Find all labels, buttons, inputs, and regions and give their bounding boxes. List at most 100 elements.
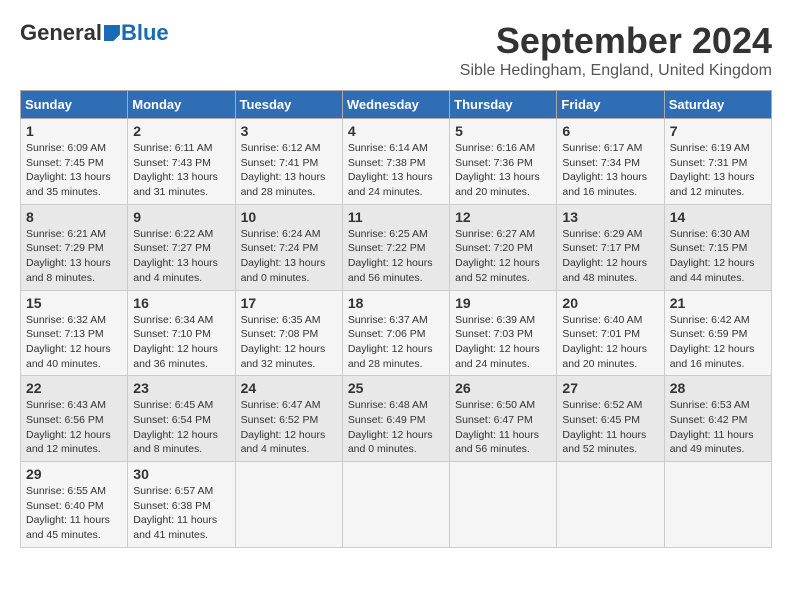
day-info: Sunrise: 6:45 AMSunset: 6:54 PMDaylight:… bbox=[133, 398, 229, 457]
day-number: 3 bbox=[241, 123, 337, 139]
calendar-day-cell: 13 Sunrise: 6:29 AMSunset: 7:17 PMDayligh… bbox=[557, 204, 664, 290]
day-info: Sunrise: 6:50 AMSunset: 6:47 PMDaylight:… bbox=[455, 398, 551, 457]
calendar-day-cell: 26 Sunrise: 6:50 AMSunset: 6:47 PMDayligh… bbox=[450, 376, 557, 462]
calendar-day-cell: 24 Sunrise: 6:47 AMSunset: 6:52 PMDayligh… bbox=[235, 376, 342, 462]
day-number: 21 bbox=[670, 295, 766, 311]
day-of-week-header: Wednesday bbox=[342, 91, 449, 119]
day-number: 14 bbox=[670, 209, 766, 225]
day-info: Sunrise: 6:19 AMSunset: 7:31 PMDaylight:… bbox=[670, 141, 766, 200]
calendar-day-cell: 6 Sunrise: 6:17 AMSunset: 7:34 PMDaylight… bbox=[557, 119, 664, 205]
day-info: Sunrise: 6:32 AMSunset: 7:13 PMDaylight:… bbox=[26, 313, 122, 372]
day-number: 13 bbox=[562, 209, 658, 225]
day-number: 15 bbox=[26, 295, 122, 311]
day-number: 12 bbox=[455, 209, 551, 225]
day-info: Sunrise: 6:42 AMSunset: 6:59 PMDaylight:… bbox=[670, 313, 766, 372]
logo-general-text: General bbox=[20, 20, 102, 46]
day-info: Sunrise: 6:52 AMSunset: 6:45 PMDaylight:… bbox=[562, 398, 658, 457]
day-info: Sunrise: 6:16 AMSunset: 7:36 PMDaylight:… bbox=[455, 141, 551, 200]
calendar-week-row: 22Sunrise: 6:43 AMSunset: 6:56 PMDayligh… bbox=[21, 376, 772, 462]
day-number: 2 bbox=[133, 123, 229, 139]
day-of-week-header: Sunday bbox=[21, 91, 128, 119]
logo-icon bbox=[104, 25, 120, 41]
day-info: Sunrise: 6:09 AMSunset: 7:45 PMDaylight:… bbox=[26, 141, 122, 200]
calendar-week-row: 8Sunrise: 6:21 AMSunset: 7:29 PMDaylight… bbox=[21, 204, 772, 290]
day-info: Sunrise: 6:35 AMSunset: 7:08 PMDaylight:… bbox=[241, 313, 337, 372]
calendar-day-cell: 18 Sunrise: 6:37 AMSunset: 7:06 PMDayligh… bbox=[342, 290, 449, 376]
calendar-day-cell: 2 Sunrise: 6:11 AMSunset: 7:43 PMDaylight… bbox=[128, 119, 235, 205]
day-number: 27 bbox=[562, 380, 658, 396]
calendar-day-cell bbox=[450, 462, 557, 548]
calendar-day-cell bbox=[342, 462, 449, 548]
day-info: Sunrise: 6:48 AMSunset: 6:49 PMDaylight:… bbox=[348, 398, 444, 457]
calendar-day-cell: 3 Sunrise: 6:12 AMSunset: 7:41 PMDaylight… bbox=[235, 119, 342, 205]
day-number: 19 bbox=[455, 295, 551, 311]
day-number: 18 bbox=[348, 295, 444, 311]
calendar-day-cell: 8Sunrise: 6:21 AMSunset: 7:29 PMDaylight… bbox=[21, 204, 128, 290]
day-info: Sunrise: 6:37 AMSunset: 7:06 PMDaylight:… bbox=[348, 313, 444, 372]
calendar-day-cell: 14 Sunrise: 6:30 AMSunset: 7:15 PMDayligh… bbox=[664, 204, 771, 290]
day-info: Sunrise: 6:21 AMSunset: 7:29 PMDaylight:… bbox=[26, 227, 122, 286]
day-number: 17 bbox=[241, 295, 337, 311]
day-number: 11 bbox=[348, 209, 444, 225]
day-info: Sunrise: 6:34 AMSunset: 7:10 PMDaylight:… bbox=[133, 313, 229, 372]
day-number: 9 bbox=[133, 209, 229, 225]
calendar-day-cell: 16Sunrise: 6:34 AMSunset: 7:10 PMDayligh… bbox=[128, 290, 235, 376]
day-of-week-header: Thursday bbox=[450, 91, 557, 119]
calendar-day-cell: 20Sunrise: 6:40 AMSunset: 7:01 PMDayligh… bbox=[557, 290, 664, 376]
day-info: Sunrise: 6:57 AMSunset: 6:38 PMDaylight:… bbox=[133, 484, 229, 543]
day-number: 10 bbox=[241, 209, 337, 225]
day-number: 26 bbox=[455, 380, 551, 396]
day-info: Sunrise: 6:14 AMSunset: 7:38 PMDaylight:… bbox=[348, 141, 444, 200]
day-info: Sunrise: 6:47 AMSunset: 6:52 PMDaylight:… bbox=[241, 398, 337, 457]
day-number: 30 bbox=[133, 466, 229, 482]
calendar-day-cell: 19 Sunrise: 6:39 AMSunset: 7:03 PMDayligh… bbox=[450, 290, 557, 376]
month-title: September 2024 bbox=[460, 20, 772, 62]
day-info: Sunrise: 6:39 AMSunset: 7:03 PMDaylight:… bbox=[455, 313, 551, 372]
calendar-day-cell: 28Sunrise: 6:53 AMSunset: 6:42 PMDayligh… bbox=[664, 376, 771, 462]
day-of-week-header: Saturday bbox=[664, 91, 771, 119]
day-info: Sunrise: 6:17 AMSunset: 7:34 PMDaylight:… bbox=[562, 141, 658, 200]
calendar-day-cell: 21 Sunrise: 6:42 AMSunset: 6:59 PMDayligh… bbox=[664, 290, 771, 376]
calendar-day-cell: 27 Sunrise: 6:52 AMSunset: 6:45 PMDayligh… bbox=[557, 376, 664, 462]
day-number: 7 bbox=[670, 123, 766, 139]
day-info: Sunrise: 6:25 AMSunset: 7:22 PMDaylight:… bbox=[348, 227, 444, 286]
day-number: 25 bbox=[348, 380, 444, 396]
day-number: 29 bbox=[26, 466, 122, 482]
calendar-day-cell: 12 Sunrise: 6:27 AMSunset: 7:20 PMDayligh… bbox=[450, 204, 557, 290]
day-info: Sunrise: 6:24 AMSunset: 7:24 PMDaylight:… bbox=[241, 227, 337, 286]
day-number: 5 bbox=[455, 123, 551, 139]
day-info: Sunrise: 6:12 AMSunset: 7:41 PMDaylight:… bbox=[241, 141, 337, 200]
calendar-table: SundayMondayTuesdayWednesdayThursdayFrid… bbox=[20, 90, 772, 548]
day-info: Sunrise: 6:55 AMSunset: 6:40 PMDaylight:… bbox=[26, 484, 122, 543]
logo-blue-text: Blue bbox=[121, 20, 169, 46]
calendar-day-cell: 1 Sunrise: 6:09 AMSunset: 7:45 PMDaylight… bbox=[21, 119, 128, 205]
calendar-week-row: 1 Sunrise: 6:09 AMSunset: 7:45 PMDaylight… bbox=[21, 119, 772, 205]
day-info: Sunrise: 6:43 AMSunset: 6:56 PMDaylight:… bbox=[26, 398, 122, 457]
calendar-day-cell: 11 Sunrise: 6:25 AMSunset: 7:22 PMDayligh… bbox=[342, 204, 449, 290]
calendar-day-cell bbox=[664, 462, 771, 548]
title-area: September 2024 Sible Hedingham, England,… bbox=[460, 20, 772, 80]
calendar-week-row: 29 Sunrise: 6:55 AMSunset: 6:40 PMDayligh… bbox=[21, 462, 772, 548]
calendar-week-row: 15 Sunrise: 6:32 AMSunset: 7:13 PMDayligh… bbox=[21, 290, 772, 376]
calendar-day-cell: 5 Sunrise: 6:16 AMSunset: 7:36 PMDaylight… bbox=[450, 119, 557, 205]
calendar-day-cell bbox=[557, 462, 664, 548]
day-number: 4 bbox=[348, 123, 444, 139]
calendar-day-cell: 10 Sunrise: 6:24 AMSunset: 7:24 PMDayligh… bbox=[235, 204, 342, 290]
calendar-day-cell: 23Sunrise: 6:45 AMSunset: 6:54 PMDayligh… bbox=[128, 376, 235, 462]
day-number: 24 bbox=[241, 380, 337, 396]
day-number: 1 bbox=[26, 123, 122, 139]
day-info: Sunrise: 6:29 AMSunset: 7:17 PMDaylight:… bbox=[562, 227, 658, 286]
calendar-day-cell: 9Sunrise: 6:22 AMSunset: 7:27 PMDaylight… bbox=[128, 204, 235, 290]
day-info: Sunrise: 6:53 AMSunset: 6:42 PMDaylight:… bbox=[670, 398, 766, 457]
location: Sible Hedingham, England, United Kingdom bbox=[460, 62, 772, 80]
day-number: 20 bbox=[562, 295, 658, 311]
calendar-day-cell: 29 Sunrise: 6:55 AMSunset: 6:40 PMDayligh… bbox=[21, 462, 128, 548]
calendar-day-cell: 25 Sunrise: 6:48 AMSunset: 6:49 PMDayligh… bbox=[342, 376, 449, 462]
day-info: Sunrise: 6:11 AMSunset: 7:43 PMDaylight:… bbox=[133, 141, 229, 200]
calendar-day-cell: 22Sunrise: 6:43 AMSunset: 6:56 PMDayligh… bbox=[21, 376, 128, 462]
day-info: Sunrise: 6:27 AMSunset: 7:20 PMDaylight:… bbox=[455, 227, 551, 286]
day-number: 6 bbox=[562, 123, 658, 139]
day-of-week-header: Tuesday bbox=[235, 91, 342, 119]
day-info: Sunrise: 6:30 AMSunset: 7:15 PMDaylight:… bbox=[670, 227, 766, 286]
day-of-week-header: Monday bbox=[128, 91, 235, 119]
